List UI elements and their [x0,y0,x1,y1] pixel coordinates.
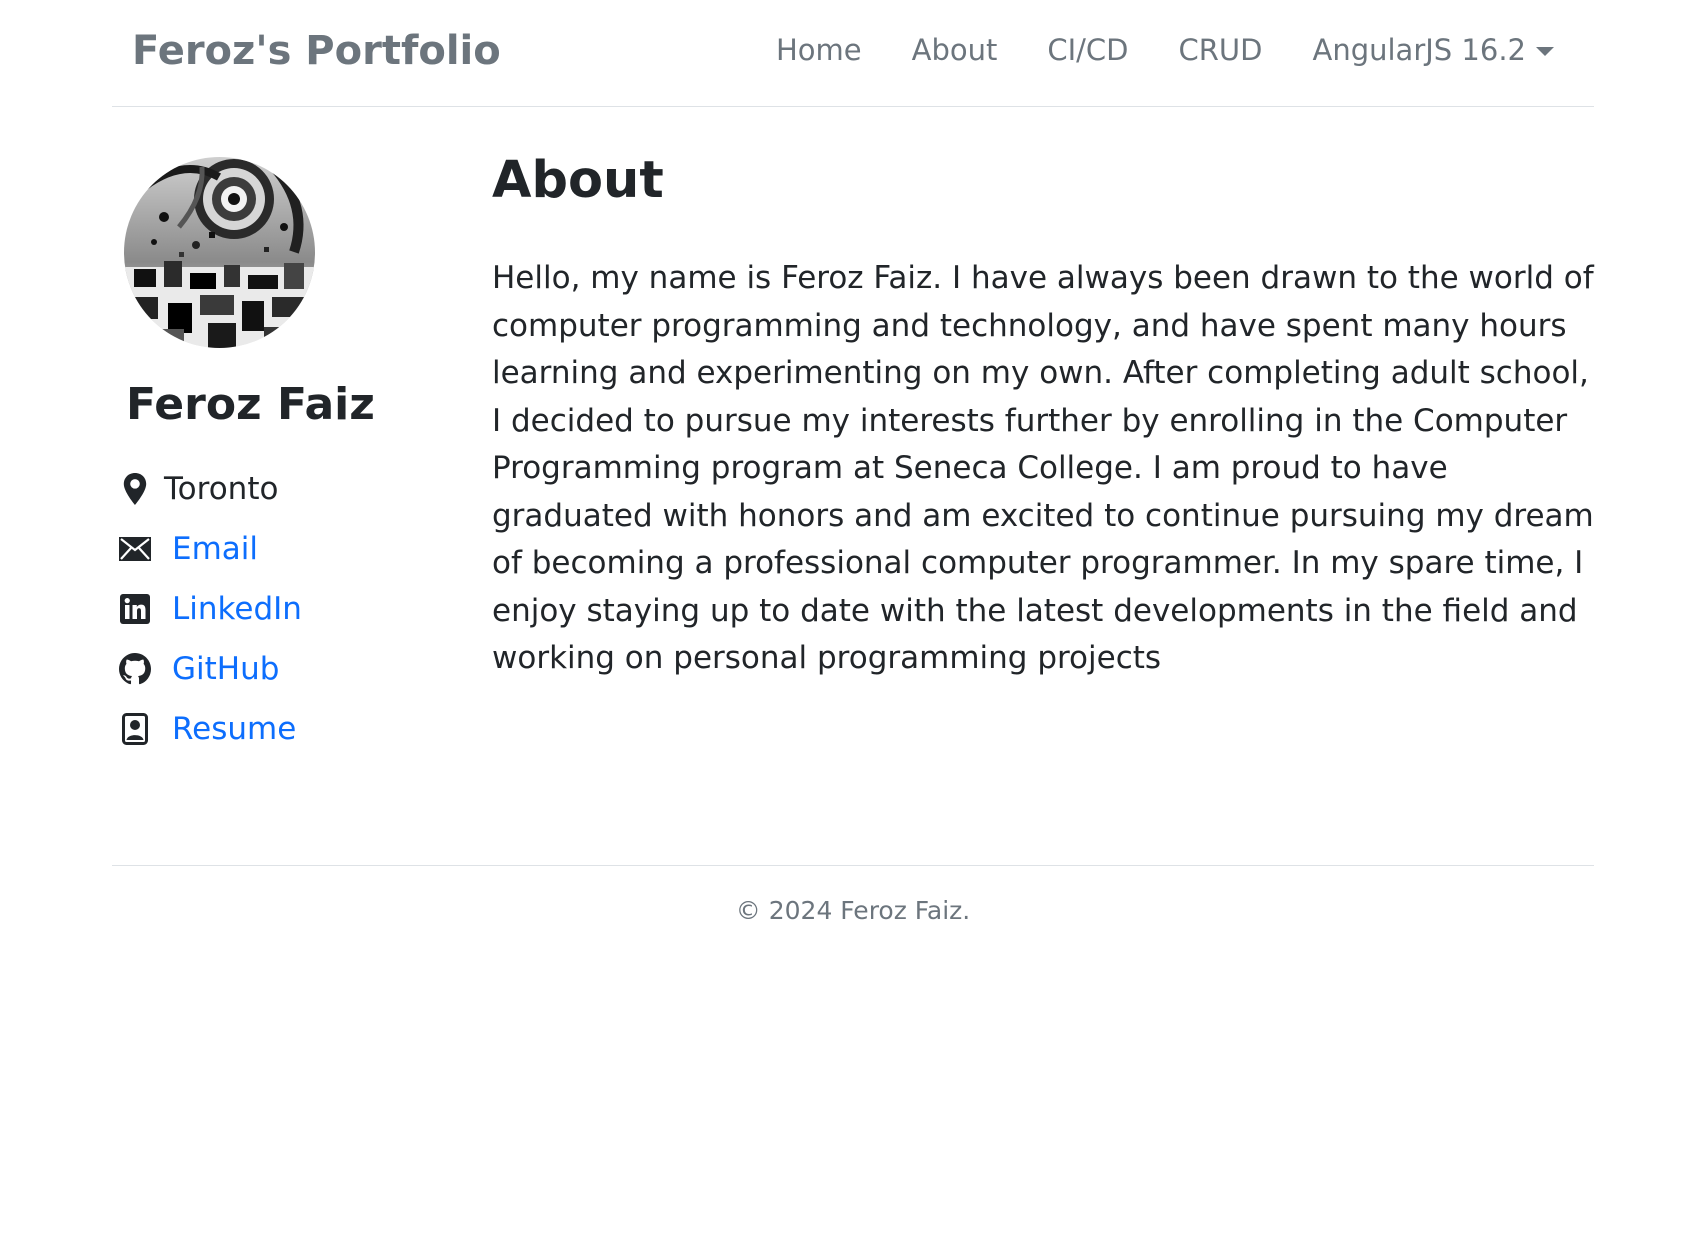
nav-link-cicd[interactable]: CI/CD [1047,33,1128,67]
nav-dropdown-angularjs[interactable]: AngularJS 16.2 [1312,33,1554,67]
contact-item-resume: Resume [118,699,302,759]
avatar-abstract-image [124,157,315,348]
geo-pin-icon [118,472,152,506]
page-title: About [492,151,664,210]
contact-list: Toronto Email LinkedIn GitHub Resume [118,459,302,759]
linkedin-icon [118,592,152,626]
avatar [124,157,315,348]
resume-link[interactable]: Resume [172,711,296,747]
contact-item-email: Email [118,519,302,579]
contact-item-linkedin: LinkedIn [118,579,302,639]
about-paragraph: Hello, my name is Feroz Faiz. I have alw… [492,260,1594,676]
nav-dropdown-label: AngularJS 16.2 [1312,33,1526,67]
nav-link-crud[interactable]: CRUD [1179,33,1263,67]
nav-link-home[interactable]: Home [776,33,862,67]
github-icon [118,652,152,686]
profile-name: Feroz Faiz [126,379,375,430]
contact-item-github: GitHub [118,639,302,699]
envelope-icon [118,532,152,566]
email-link[interactable]: Email [172,531,258,567]
caret-down-icon [1536,46,1554,56]
footer: © 2024 Feroz Faiz. [112,865,1594,946]
copyright-text: © 2024 Feroz Faiz. [735,896,971,925]
location-item: Toronto [118,459,302,519]
main-section: Feroz Faiz Toronto Email LinkedIn GitHub… [112,107,1594,865]
page-container: Feroz's Portfolio Home About CI/CD CRUD … [112,0,1594,946]
brand-link[interactable]: Feroz's Portfolio [132,28,501,74]
navbar: Feroz's Portfolio Home About CI/CD CRUD … [112,0,1594,107]
github-link[interactable]: GitHub [172,651,279,687]
person-badge-icon [118,712,152,746]
location-text: Toronto [164,471,279,507]
linkedin-link[interactable]: LinkedIn [172,591,302,627]
nav-link-about[interactable]: About [912,33,998,67]
nav-menu: Home About CI/CD CRUD AngularJS 16.2 [726,33,1554,67]
